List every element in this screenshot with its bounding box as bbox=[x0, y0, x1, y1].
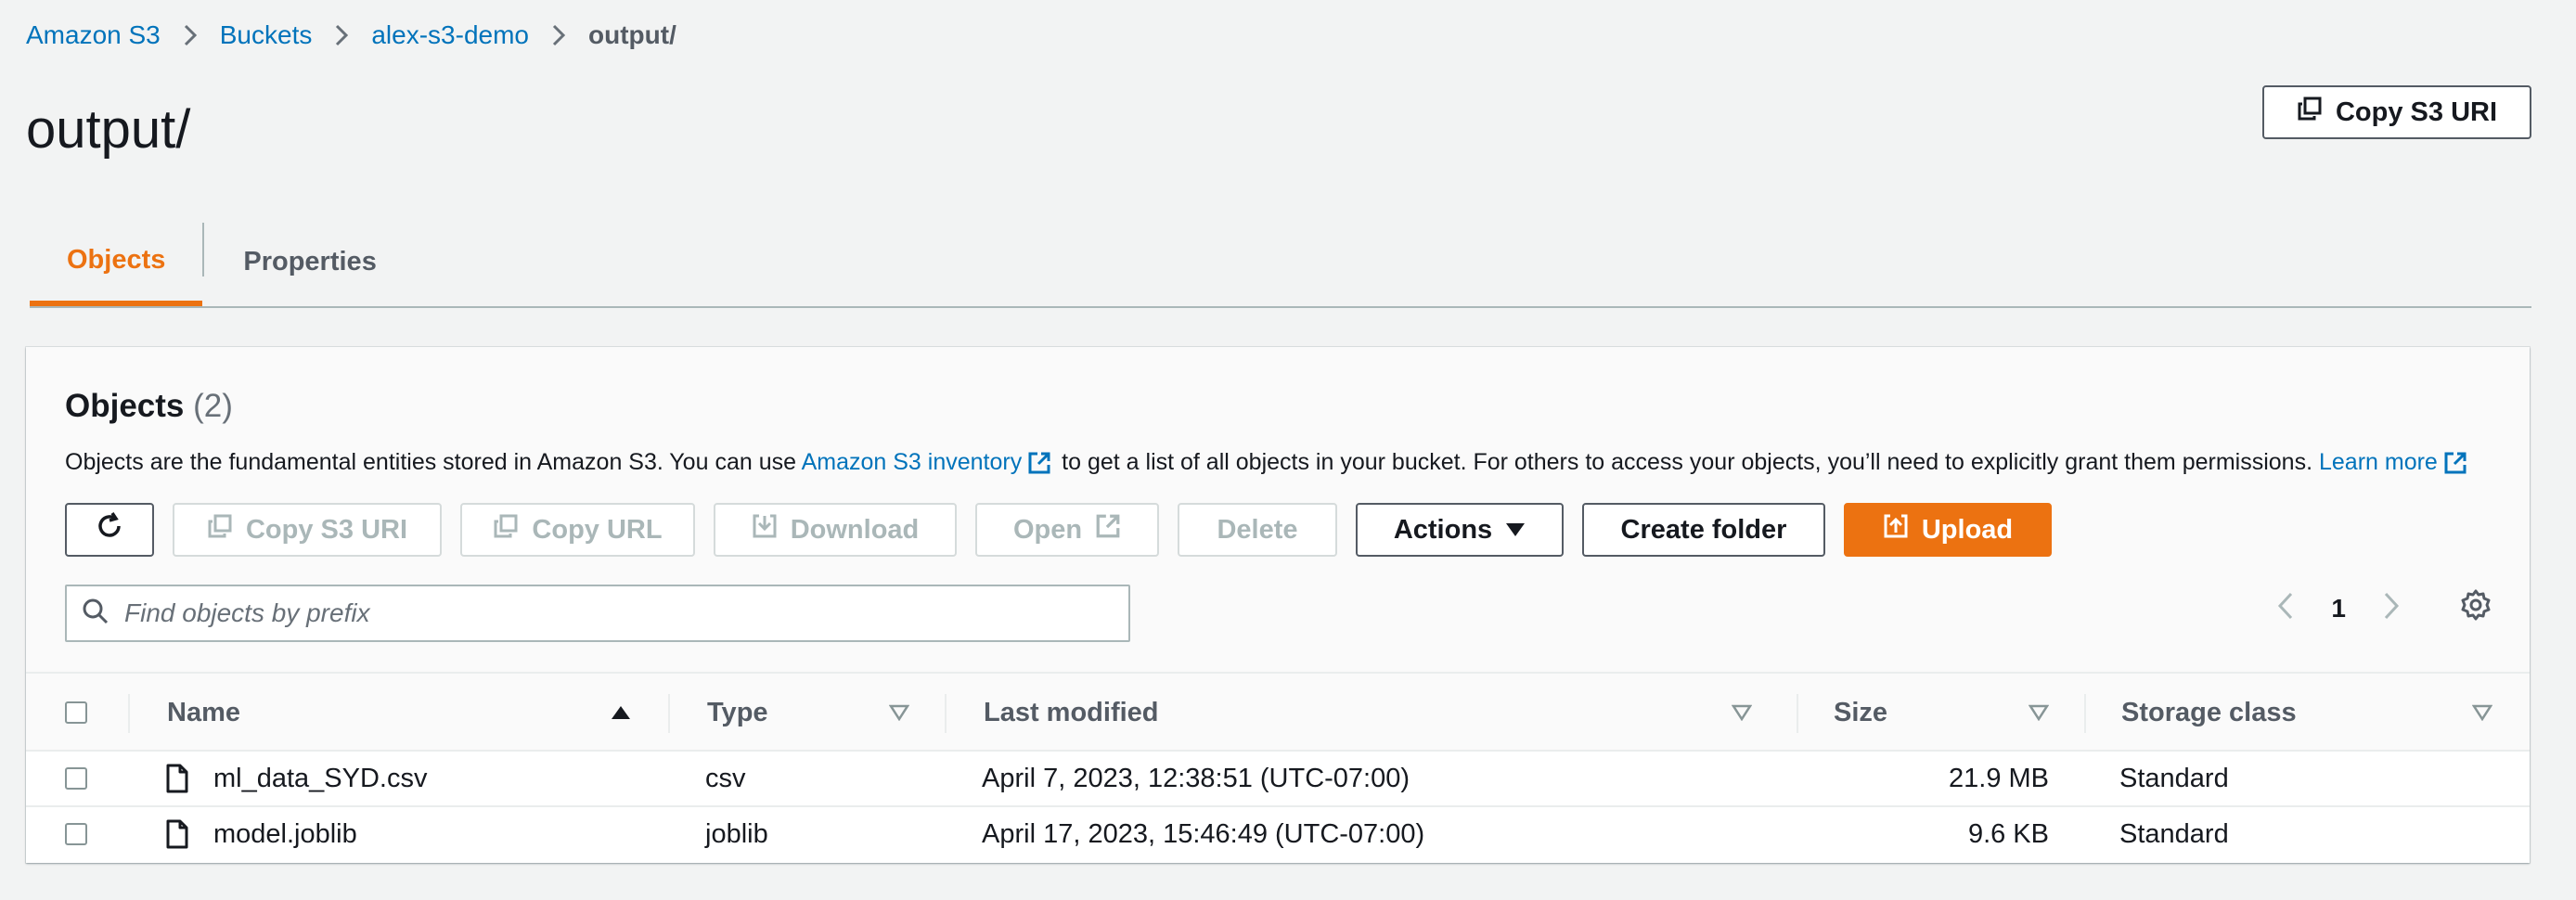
column-divider bbox=[1797, 694, 1798, 733]
pagination: 1 bbox=[2277, 585, 2400, 633]
search-input[interactable] bbox=[122, 598, 1054, 629]
chevron-left-icon[interactable] bbox=[2277, 592, 2294, 626]
file-icon bbox=[165, 807, 189, 861]
sort-icon[interactable] bbox=[1732, 674, 1752, 752]
sort-asc-icon[interactable] bbox=[611, 674, 631, 752]
copy-url-button[interactable]: Copy URL bbox=[460, 503, 695, 557]
chevron-right-icon bbox=[551, 24, 566, 46]
column-header-type[interactable]: Type bbox=[707, 674, 768, 752]
caret-down-icon bbox=[1505, 515, 1526, 546]
description-text-2: to get a list of all objects in your buc… bbox=[1062, 449, 2313, 475]
sort-icon[interactable] bbox=[889, 674, 909, 752]
column-divider bbox=[668, 694, 670, 733]
download-label: Download bbox=[790, 514, 920, 545]
objects-count: (2) bbox=[193, 388, 233, 424]
upload-label: Upload bbox=[1921, 514, 2014, 545]
copy-icon bbox=[2297, 96, 2323, 129]
object-last-modified: April 7, 2023, 12:38:51 (UTC-07:00) bbox=[982, 763, 1410, 793]
external-link-icon bbox=[1027, 451, 1051, 475]
external-link-icon bbox=[2443, 451, 2467, 475]
objects-heading: Objects (2) bbox=[65, 388, 233, 425]
objects-description: Objects are the fundamental entities sto… bbox=[65, 449, 2471, 476]
copy-s3-uri-header-button[interactable]: Copy S3 URI bbox=[2262, 85, 2531, 139]
copy-s3-uri-label: Copy S3 URI bbox=[245, 514, 408, 545]
page-title: output/ bbox=[26, 99, 191, 160]
breadcrumb: Amazon S3 Buckets alex-s3-demo output/ bbox=[26, 20, 676, 50]
sort-icon[interactable] bbox=[2029, 674, 2049, 752]
select-all-checkbox[interactable] bbox=[65, 674, 87, 752]
object-name-link[interactable]: ml_data_SYD.csv bbox=[213, 752, 428, 805]
column-divider bbox=[128, 694, 130, 733]
breadcrumb-bucket[interactable]: alex-s3-demo bbox=[371, 20, 529, 50]
object-storage-class: Standard bbox=[2119, 818, 2229, 849]
sort-icon[interactable] bbox=[2472, 674, 2492, 752]
object-size: 21.9 MB bbox=[1949, 763, 2049, 793]
tab-bar: Objects Properties bbox=[30, 219, 2531, 308]
download-icon bbox=[752, 513, 778, 546]
breadcrumb-current: output/ bbox=[588, 20, 676, 49]
table-header: Name Type Last modified Size Storage cla… bbox=[26, 672, 2530, 752]
inventory-link[interactable]: Amazon S3 inventory bbox=[802, 449, 1023, 475]
upload-icon bbox=[1883, 513, 1909, 546]
actions-dropdown-button[interactable]: Actions bbox=[1356, 503, 1564, 557]
download-button[interactable]: Download bbox=[714, 503, 957, 557]
copy-url-label: Copy URL bbox=[532, 514, 663, 545]
upload-button[interactable]: Upload bbox=[1844, 503, 2052, 557]
create-folder-button[interactable]: Create folder bbox=[1582, 503, 1825, 557]
column-divider bbox=[2084, 694, 2086, 733]
search-box bbox=[65, 585, 1130, 642]
open-label: Open bbox=[1012, 514, 1083, 545]
object-size: 9.6 KB bbox=[1967, 818, 2049, 849]
search-icon bbox=[82, 598, 109, 630]
objects-panel: Objects (2) Objects are the fundamental … bbox=[26, 347, 2530, 863]
delete-button[interactable]: Delete bbox=[1178, 503, 1337, 557]
row-checkbox[interactable] bbox=[65, 807, 87, 861]
breadcrumb-buckets[interactable]: Buckets bbox=[220, 20, 313, 50]
row-checkbox[interactable] bbox=[65, 752, 87, 805]
chevron-right-icon bbox=[334, 24, 349, 46]
refresh-button[interactable] bbox=[65, 503, 154, 557]
table-row[interactable]: model.joblib joblib April 17, 2023, 15:4… bbox=[26, 807, 2530, 863]
refresh-icon bbox=[94, 510, 125, 549]
copy-icon bbox=[207, 513, 233, 546]
open-button[interactable]: Open bbox=[975, 503, 1159, 557]
learn-more-link[interactable]: Learn more bbox=[2319, 449, 2438, 475]
tab-properties[interactable]: Properties bbox=[204, 219, 415, 304]
column-header-name[interactable]: Name bbox=[167, 674, 240, 752]
chevron-right-icon bbox=[183, 24, 198, 46]
description-text-1: Objects are the fundamental entities sto… bbox=[65, 449, 797, 475]
column-header-storage-class[interactable]: Storage class bbox=[2121, 674, 2297, 752]
actions-label: Actions bbox=[1393, 514, 1493, 545]
object-type: joblib bbox=[705, 818, 768, 849]
copy-icon bbox=[493, 513, 519, 546]
external-link-icon bbox=[1095, 513, 1121, 546]
tab-objects[interactable]: Objects bbox=[30, 219, 203, 306]
chevron-right-icon[interactable] bbox=[2383, 592, 2400, 626]
objects-title: Objects bbox=[65, 388, 185, 424]
page-number[interactable]: 1 bbox=[2331, 594, 2346, 624]
copy-s3-uri-label: Copy S3 URI bbox=[2335, 96, 2498, 127]
table-row[interactable]: ml_data_SYD.csv csv April 7, 2023, 12:38… bbox=[26, 752, 2530, 807]
column-header-last-modified[interactable]: Last modified bbox=[984, 674, 1159, 752]
object-type: csv bbox=[705, 763, 746, 793]
object-storage-class: Standard bbox=[2119, 763, 2229, 793]
breadcrumb-amazon-s3[interactable]: Amazon S3 bbox=[26, 20, 161, 50]
gear-icon[interactable] bbox=[2459, 588, 2492, 626]
object-name-link[interactable]: model.joblib bbox=[213, 807, 357, 861]
column-divider bbox=[945, 694, 947, 733]
copy-s3-uri-button[interactable]: Copy S3 URI bbox=[173, 503, 442, 557]
column-header-size[interactable]: Size bbox=[1834, 674, 1887, 752]
objects-toolbar: Copy S3 URI Copy URL Download Open Delet… bbox=[65, 503, 2052, 557]
objects-panel-header: Objects (2) Objects are the fundamental … bbox=[26, 347, 2530, 672]
object-last-modified: April 17, 2023, 15:46:49 (UTC-07:00) bbox=[982, 818, 1425, 849]
file-icon bbox=[165, 752, 189, 805]
